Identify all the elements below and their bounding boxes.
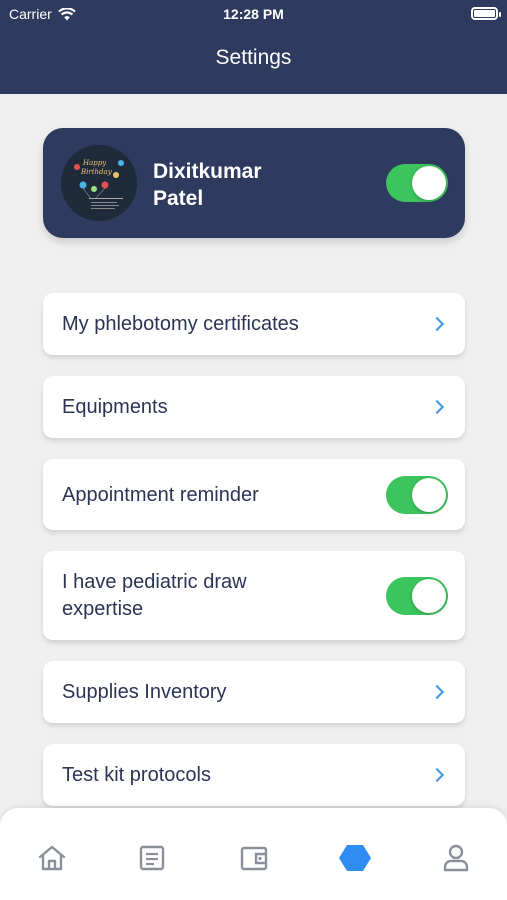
row-label: Supplies Inventory bbox=[62, 681, 227, 703]
tab-wallet[interactable] bbox=[234, 838, 274, 878]
page-title: Settings bbox=[215, 46, 292, 69]
chevron-right-icon bbox=[429, 316, 445, 332]
settings-row-appointment-reminder: Appointment reminder bbox=[43, 459, 465, 530]
toggle-knob bbox=[412, 166, 446, 200]
profile-last-name: Patel bbox=[153, 187, 204, 210]
tab-home[interactable] bbox=[32, 838, 72, 878]
chevron-right-icon bbox=[429, 767, 445, 783]
profile-first-name: Dixitkumar bbox=[153, 160, 262, 183]
chevron-right-icon bbox=[429, 684, 445, 700]
toggle-knob bbox=[412, 579, 446, 613]
birthday-card-image: Happy Birthday bbox=[61, 145, 137, 221]
chevron-right-icon bbox=[429, 399, 445, 415]
document-icon bbox=[139, 845, 165, 871]
settings-row-supplies-inventory[interactable]: Supplies Inventory bbox=[43, 661, 465, 723]
battery-icon bbox=[471, 7, 501, 20]
bottom-tab-bar bbox=[0, 808, 507, 900]
row-label: My phlebotomy certificates bbox=[62, 313, 299, 335]
settings-row-pediatric-draw: I have pediatric draw expertise bbox=[43, 551, 465, 640]
svg-text:Birthday: Birthday bbox=[80, 168, 113, 176]
tab-settings-active[interactable] bbox=[335, 838, 375, 878]
row-label: Equipments bbox=[62, 396, 168, 418]
row-label: Test kit protocols bbox=[62, 764, 211, 786]
profile-availability-toggle[interactable] bbox=[386, 164, 448, 202]
profile-icon bbox=[443, 844, 469, 872]
status-bar: Carrier 12:28 PM bbox=[0, 4, 507, 26]
home-icon bbox=[38, 845, 66, 871]
appointment-reminder-toggle[interactable] bbox=[386, 476, 448, 514]
row-label-line2: expertise bbox=[62, 598, 144, 620]
profile-name: Dixitkumar Patel bbox=[153, 158, 333, 212]
status-time: 12:28 PM bbox=[223, 6, 284, 22]
tab-documents[interactable] bbox=[132, 838, 172, 878]
tab-profile[interactable] bbox=[436, 838, 476, 878]
wallet-icon bbox=[240, 846, 268, 871]
settings-row-certificates[interactable]: My phlebotomy certificates bbox=[43, 293, 465, 355]
svg-text:Happy: Happy bbox=[82, 159, 107, 167]
header: Carrier 12:28 PM Settings bbox=[0, 0, 507, 94]
settings-row-equipments[interactable]: Equipments bbox=[43, 376, 465, 438]
row-label-line1: I have pediatric draw bbox=[62, 571, 247, 593]
avatar[interactable]: Happy Birthday bbox=[61, 145, 137, 221]
row-label: I have pediatric draw expertise bbox=[62, 569, 247, 623]
profile-card: Happy Birthday Dixitkumar Patel bbox=[43, 128, 465, 238]
hexagon-icon bbox=[339, 845, 371, 871]
settings-row-test-kit-protocols[interactable]: Test kit protocols bbox=[43, 744, 465, 806]
toggle-knob bbox=[412, 478, 446, 512]
row-label: Appointment reminder bbox=[62, 484, 259, 506]
pediatric-draw-toggle[interactable] bbox=[386, 577, 448, 615]
